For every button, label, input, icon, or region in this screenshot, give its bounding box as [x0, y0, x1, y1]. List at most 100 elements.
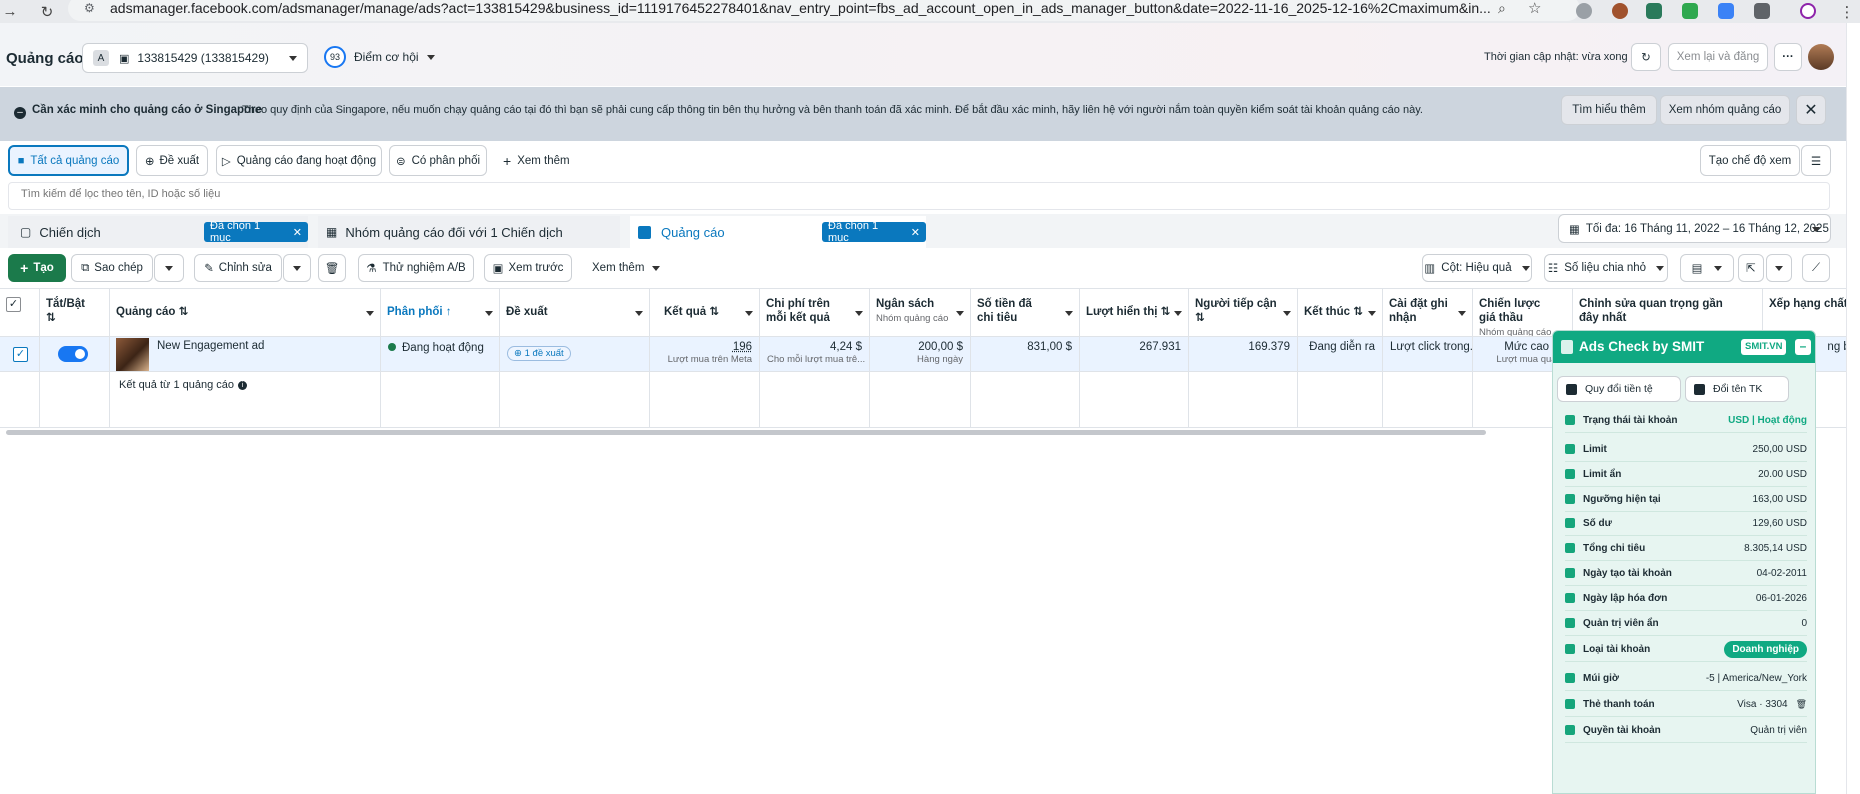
duplicate-dropdown[interactable]	[154, 254, 184, 282]
close-banner-button[interactable]: ✕	[1796, 95, 1826, 125]
view-adsets-button[interactable]: Xem nhóm quảng cáo	[1660, 95, 1790, 125]
toggle-switch-on[interactable]	[58, 346, 88, 362]
export-icon: ⇱	[1746, 263, 1756, 275]
minimize-button[interactable]: –	[1795, 339, 1811, 355]
extension-icon[interactable]	[1718, 3, 1734, 19]
selection-badge[interactable]: Đã chọn 1 mục ✕	[822, 220, 926, 244]
charts-button[interactable]: ⟋	[1802, 254, 1830, 282]
site-settings-icon[interactable]: ⚙	[84, 1, 95, 15]
date-range-picker[interactable]: ▦ Tối đa: 16 Tháng 11, 2022 – 16 Tháng 1…	[1558, 214, 1831, 243]
search-bar[interactable]	[8, 182, 1830, 210]
col-ad-name[interactable]: Quảng cáo ⇅	[110, 289, 381, 336]
row-attribution: Lượt click trong...	[1383, 337, 1473, 372]
filter-active-ads[interactable]: ▷ Quảng cáo đang hoạt động	[216, 145, 382, 176]
breakdown-button[interactable]: ☷ Số liệu chia nhỏ	[1544, 254, 1668, 282]
col-recommendations[interactable]: Đề xuất	[500, 289, 650, 336]
learn-more-button[interactable]: Tìm hiểu thêm	[1561, 95, 1657, 125]
smit-info-row: Limit 250,00 USD	[1565, 437, 1807, 462]
arrow-up-circle-icon: ⊕	[144, 155, 155, 168]
reload-icon[interactable]: ↻	[38, 0, 56, 23]
results-value[interactable]: 196	[733, 341, 752, 353]
account-selector[interactable]: A ▣ 133815429 (133815429)	[82, 43, 308, 73]
col-last-edit[interactable]: Chỉnh sửa quan trọng gần đây nhất	[1573, 289, 1763, 336]
extensions-puzzle-icon[interactable]	[1754, 3, 1770, 19]
smit-panel-header[interactable]: Ads Check by SMIT SMIT.VN –	[1553, 331, 1815, 363]
filter-label: Có phân phối	[411, 154, 481, 167]
filter-label: Đề xuất	[159, 154, 200, 167]
col-amount-spent[interactable]: Số tiền đã chi tiêu	[971, 289, 1080, 336]
checkbox-checked-icon[interactable]: ✓	[6, 297, 21, 312]
refresh-button[interactable]: ↻	[1631, 43, 1661, 71]
col-toggle[interactable]: Tắt/Bật ⇅	[40, 289, 110, 336]
search-input[interactable]	[21, 188, 1221, 200]
delete-icon[interactable]: 🗑	[1796, 699, 1807, 710]
col-results[interactable]: Kết quả ⇅	[650, 289, 760, 336]
col-ends[interactable]: Kết thúc ⇅	[1298, 289, 1383, 336]
preview-button[interactable]: ▣ Xem trước	[484, 254, 572, 282]
tab-ads[interactable]: Quảng cáo Đã chọn 1 mục ✕	[630, 216, 926, 248]
filter-label: Tất cả quảng cáo	[30, 154, 120, 167]
columns-button[interactable]: ▥ Cột: Hiệu quả	[1422, 254, 1532, 282]
url-text[interactable]: adsmanager.facebook.com/adsmanager/manag…	[110, 0, 1530, 16]
rename-account-button[interactable]: Đổi tên TK	[1685, 376, 1789, 402]
filter-more-button[interactable]: + Xem thêm	[503, 145, 570, 176]
user-avatar[interactable]	[1808, 44, 1834, 70]
col-budget[interactable]: Ngân sách Nhóm quảng cáo	[870, 289, 971, 336]
row-recommendations[interactable]: ⊕ 1 đề xuất	[500, 337, 650, 372]
customize-view-button[interactable]: ☰	[1801, 145, 1831, 176]
extension-icon[interactable]	[1576, 3, 1592, 19]
duplicate-button[interactable]: ⧉ Sao chép	[71, 254, 153, 282]
create-view-button[interactable]: Tạo chế độ xem	[1700, 145, 1800, 176]
ab-test-button[interactable]: ⚗ Thử nghiệm A/B	[358, 254, 474, 282]
col-delivery[interactable]: Phân phối ↑	[381, 289, 500, 336]
recommendation-badge[interactable]: ⊕ 1 đề xuất	[507, 346, 571, 361]
selection-badge[interactable]: Đã chọn 1 mục ✕	[204, 220, 308, 244]
export-button[interactable]: ⇱	[1738, 254, 1764, 282]
reports-button[interactable]: ▤	[1680, 254, 1734, 282]
col-attribution[interactable]: Cài đặt ghi nhận	[1383, 289, 1473, 336]
address-bar[interactable]: ⚙ adsmanager.facebook.com/adsmanager/man…	[68, 0, 1580, 21]
close-icon[interactable]: ✕	[911, 226, 920, 239]
forward-icon[interactable]: →	[2, 0, 18, 23]
row-ad-name[interactable]: New Engagement ad	[110, 337, 381, 372]
row-select[interactable]: ✓	[0, 337, 40, 372]
kebab-menu-icon[interactable]: ⋮	[1840, 0, 1855, 23]
budget-value: 200,00 $	[918, 341, 963, 353]
currency-convert-button[interactable]: Quy đổi tiền tệ	[1557, 376, 1681, 402]
extension-icon[interactable]	[1646, 3, 1662, 19]
horizontal-scrollbar[interactable]	[6, 430, 1486, 435]
briefcase-icon: ▣	[119, 52, 130, 65]
filter-suggested[interactable]: ⊕ Đề xuất	[136, 145, 208, 176]
create-button[interactable]: + Tạo	[8, 254, 66, 282]
edit-button[interactable]: ✎ Chỉnh sửa	[194, 254, 282, 282]
delete-button[interactable]: 🗑	[318, 254, 346, 282]
profile-icon[interactable]	[1800, 3, 1816, 19]
export-dropdown[interactable]	[1766, 254, 1792, 282]
filter-all-ads[interactable]: ■ Tất cả quảng cáo	[8, 145, 129, 176]
row-results[interactable]: 196 Lượt mua trên Meta	[650, 337, 760, 372]
row-toggle[interactable]	[40, 337, 110, 372]
edit-dropdown[interactable]	[283, 254, 311, 282]
col-impressions[interactable]: Lượt hiển thị ⇅	[1080, 289, 1189, 336]
col-reach[interactable]: Người tiếp cận ⇅	[1189, 289, 1298, 336]
opportunity-score[interactable]: 93 Điểm cơ hội	[324, 41, 435, 73]
chevron-down-icon	[1368, 311, 1376, 316]
zoom-icon[interactable]: ⌕	[1498, 0, 1506, 17]
close-icon[interactable]: ✕	[293, 226, 302, 239]
cookie-extension-icon[interactable]	[1612, 3, 1628, 19]
more-options-button[interactable]: ···	[1774, 43, 1802, 71]
col-bid-strategy[interactable]: Chiến lược giá thầu Nhóm quảng cáo	[1473, 289, 1573, 336]
ad-name-link[interactable]: New Engagement ad	[157, 340, 264, 352]
sheets-extension-icon[interactable]	[1682, 3, 1698, 19]
filter-delivering[interactable]: ⊜ Có phân phối	[389, 145, 487, 176]
col-cost-per-result[interactable]: Chi phí trên mỗi kết quả	[760, 289, 870, 336]
col-label: Chiến lược giá thầu	[1479, 298, 1541, 324]
tab-adsets[interactable]: ▦ Nhóm quảng cáo đối với 1 Chiến dịch	[318, 216, 620, 248]
review-publish-button[interactable]: Xem lại và đăng	[1668, 43, 1768, 71]
select-all-header[interactable]: ✓	[0, 289, 40, 336]
bookmark-star-icon[interactable]: ☆	[1528, 0, 1541, 17]
smit-site-badge[interactable]: SMIT.VN	[1741, 339, 1787, 355]
checkbox-checked-icon[interactable]: ✓	[13, 347, 28, 362]
tab-campaigns[interactable]: ▢ Chiến dịch Đã chọn 1 mục ✕	[8, 216, 308, 248]
toolbar-more-button[interactable]: Xem thêm	[592, 254, 661, 282]
